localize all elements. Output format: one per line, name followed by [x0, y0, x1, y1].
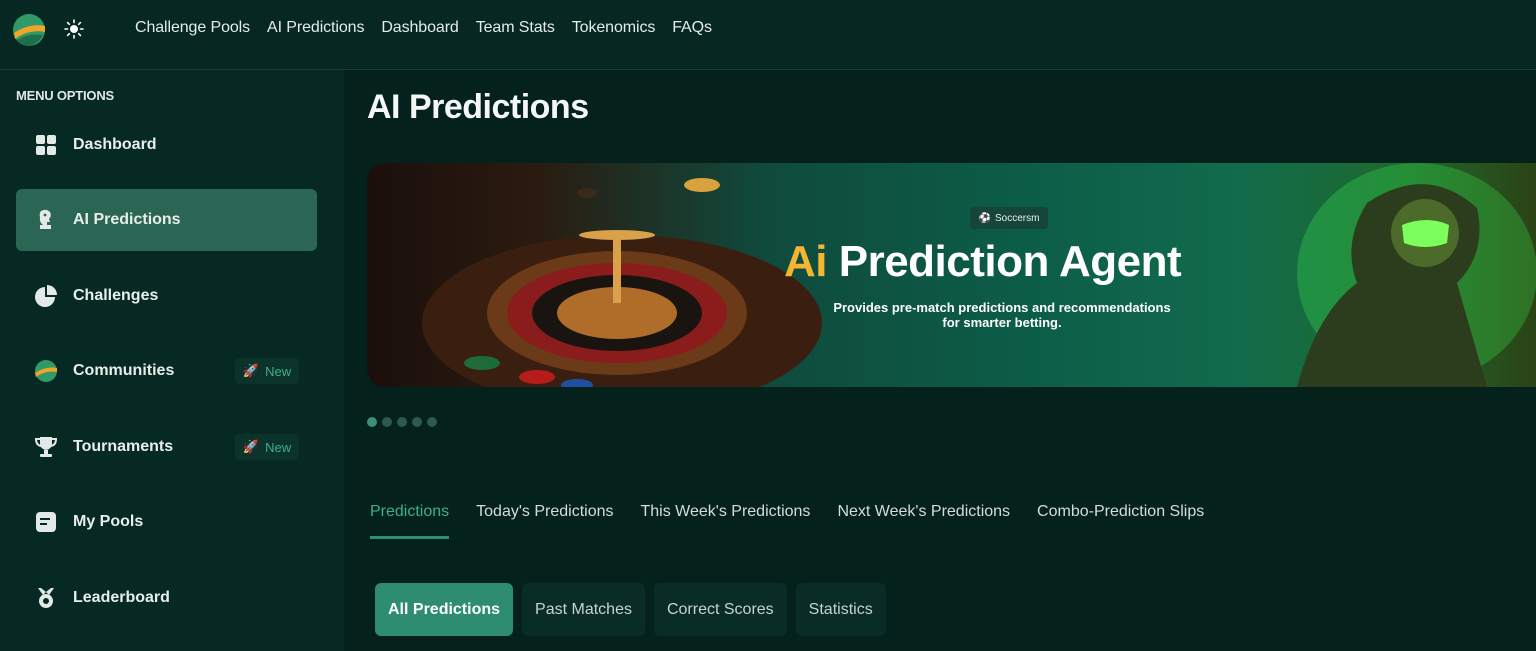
new-badge: 🚀 New	[235, 358, 299, 384]
sidebar-item-label: AI Predictions	[73, 211, 181, 228]
sidebar-item-tournaments[interactable]: Tournaments 🚀 New	[16, 416, 317, 478]
tab-combo-prediction-slips[interactable]: Combo-Prediction Slips	[1037, 503, 1204, 539]
nav-team-stats[interactable]: Team Stats	[476, 19, 555, 37]
medal-icon	[38, 588, 54, 608]
subtab-all-predictions[interactable]: All Predictions	[375, 583, 514, 636]
subtab-past-matches[interactable]: Past Matches	[522, 583, 645, 636]
sidebar-item-leaderboard[interactable]: Leaderboard	[16, 567, 317, 629]
sidebar-item-communities[interactable]: Communities 🚀 New	[16, 340, 317, 402]
nav-tokenomics[interactable]: Tokenomics	[572, 19, 656, 37]
nav-ai-predictions[interactable]: AI Predictions	[267, 19, 364, 37]
menu-title: MENU OPTIONS	[16, 88, 114, 103]
carousel-dot[interactable]	[412, 417, 422, 427]
sidebar-item-challenges[interactable]: Challenges	[16, 265, 317, 327]
carousel-dot[interactable]	[397, 417, 407, 427]
sidebar-item-label: Challenges	[73, 287, 159, 304]
grid-icon	[36, 135, 56, 155]
banner-title: Ai Prediction Agent	[784, 237, 1182, 286]
sidebar-item-label: My Pools	[73, 513, 144, 530]
theme-toggle-sun-icon[interactable]	[64, 19, 84, 39]
robot-icon	[39, 209, 51, 229]
banner-subtitle: Provides pre-match predictions and recom…	[833, 300, 1171, 330]
nav-dashboard[interactable]: Dashboard	[381, 19, 458, 37]
pool-icon	[36, 512, 56, 532]
sidebar-item-label: Leaderboard	[73, 589, 170, 606]
rocket-icon: 🚀	[242, 363, 260, 378]
sidebar-item-label: Tournaments	[73, 438, 174, 455]
rocket-icon: 🚀	[242, 439, 260, 454]
top-bar: Challenge Pools AI Predictions Dashboard…	[0, 0, 1536, 70]
ball-icon	[35, 360, 57, 382]
tab-todays-predictions[interactable]: Today's Predictions	[476, 503, 613, 539]
top-nav: Challenge Pools AI Predictions Dashboard…	[135, 19, 729, 37]
sidebar-item-my-pools[interactable]: My Pools	[16, 491, 317, 553]
tab-this-weeks-predictions[interactable]: This Week's Predictions	[641, 503, 811, 539]
banner-brand-badge: ⚽ Soccersm	[970, 207, 1048, 229]
new-badge: 🚀 New	[235, 434, 299, 460]
prediction-tabs: Predictions Today's Predictions This Wee…	[370, 503, 1231, 539]
prediction-subtabs: All Predictions Past Matches Correct Sco…	[375, 583, 886, 636]
page-title: AI Predictions	[367, 88, 589, 126]
subtab-statistics[interactable]: Statistics	[795, 583, 886, 636]
tab-predictions[interactable]: Predictions	[370, 503, 450, 539]
trophy-icon	[34, 437, 58, 457]
logo-icon[interactable]	[12, 13, 46, 47]
pie-icon	[35, 285, 57, 307]
nav-challenge-pools[interactable]: Challenge Pools	[135, 19, 250, 37]
carousel-dots	[367, 417, 437, 427]
promo-banner[interactable]: ⚽ Soccersm Ai Prediction Agent Provides …	[367, 163, 1536, 387]
sidebar: MENU OPTIONS Dashboard AI Predictions Ch…	[0, 70, 344, 651]
carousel-dot[interactable]	[382, 417, 392, 427]
sidebar-item-label: Communities	[73, 362, 175, 379]
main-content: AI Predictions ⚽ Soccersm Ai Prediction …	[344, 70, 1536, 651]
soccer-ball-icon: ⚽	[978, 212, 991, 224]
sidebar-item-ai-predictions[interactable]: AI Predictions	[16, 189, 317, 251]
nav-faqs[interactable]: FAQs	[672, 19, 712, 37]
tab-next-weeks-predictions[interactable]: Next Week's Predictions	[837, 503, 1010, 539]
carousel-dot[interactable]	[367, 417, 377, 427]
sidebar-item-label: Dashboard	[73, 136, 157, 153]
subtab-correct-scores[interactable]: Correct Scores	[653, 583, 787, 636]
carousel-dot[interactable]	[427, 417, 437, 427]
sidebar-item-dashboard[interactable]: Dashboard	[16, 114, 317, 176]
